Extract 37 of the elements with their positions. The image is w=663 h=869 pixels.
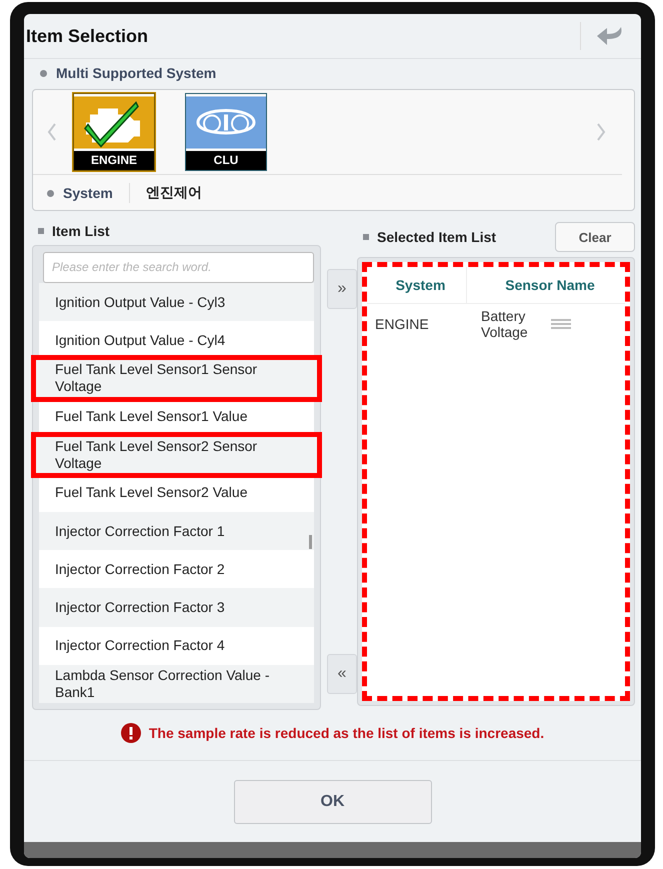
list-item[interactable]: Injector Correction Factor 3	[39, 588, 314, 627]
selected-list-label: Selected Item List	[377, 229, 498, 245]
section-label: Multi Supported System	[56, 65, 216, 81]
system-tile[interactable]: ENGINE	[73, 93, 155, 171]
tile-label: ENGINE	[74, 151, 154, 170]
alert-icon	[120, 723, 141, 743]
chevron-left-icon[interactable]	[47, 123, 57, 141]
list-item[interactable]: Injector Correction Factor 1	[39, 512, 314, 550]
clear-button[interactable]: Clear	[555, 222, 635, 252]
drag-handle-icon[interactable]	[551, 319, 571, 329]
chevron-right-icon[interactable]	[596, 123, 606, 141]
bullet-icon	[38, 228, 44, 234]
system-value: 엔진제어	[146, 184, 202, 202]
list-item[interactable]: Lambda Sensor Correction Value - Bank1	[39, 664, 314, 703]
table-cell-text: ENGINE	[374, 316, 430, 332]
remove-button[interactable]: «	[327, 654, 357, 694]
bullet-icon	[40, 70, 47, 76]
system-tile[interactable]: CLU	[185, 93, 267, 171]
list-item[interactable]: Fuel Tank Level Sensor2 Sensor Voltage	[35, 436, 318, 474]
tile-label: CLU	[186, 151, 266, 170]
system-label: System	[63, 185, 113, 201]
gauge-icon	[186, 94, 266, 151]
window-title: Item Selection	[26, 26, 150, 46]
search-field[interactable]: Please enter the search word.	[43, 252, 314, 283]
engine-icon	[74, 94, 154, 151]
column-header: Sensor Name	[504, 277, 596, 293]
list-item[interactable]: Fuel Tank Level Sensor1 Sensor Voltage	[35, 359, 318, 398]
ok-button[interactable]: OK	[234, 780, 432, 824]
warning-message: The sample rate is reduced as the list of items is increased.	[148, 725, 544, 741]
add-button[interactable]: »	[327, 269, 357, 309]
item-list-label: Item List	[52, 223, 111, 239]
column-header: System	[367, 267, 467, 303]
table-cell-text: Battery Voltage	[480, 308, 529, 340]
list-item[interactable]: Ignition Output Value - Cyl3	[39, 282, 314, 322]
scrollbar	[309, 534, 312, 549]
bullet-icon	[363, 234, 369, 240]
bullet-icon	[47, 190, 54, 196]
